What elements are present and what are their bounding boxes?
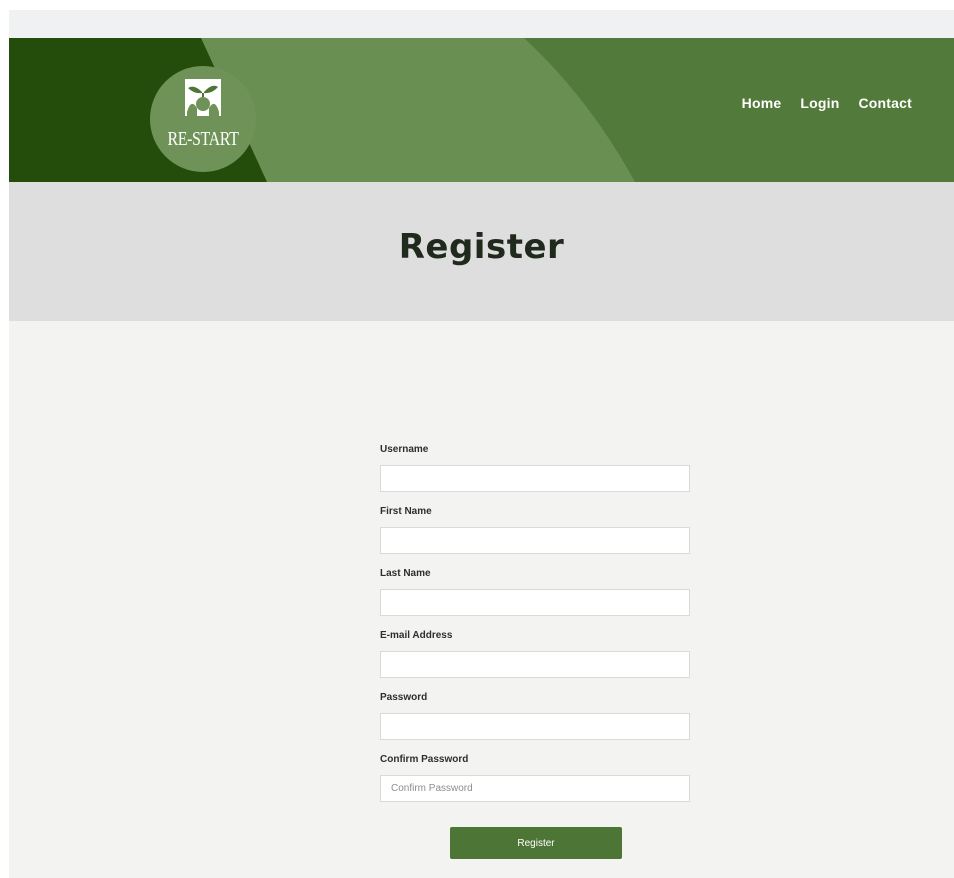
email-label: E-mail Address bbox=[380, 630, 453, 641]
page-title: Register bbox=[398, 227, 565, 267]
confirm-password-field-group: Confirm Password bbox=[380, 754, 690, 816]
page-banner: Register bbox=[9, 182, 954, 321]
password-label: Password bbox=[380, 692, 428, 703]
main-content: Username First Name Last Name E-mail Add… bbox=[9, 321, 954, 878]
nav-login-link[interactable]: Login bbox=[800, 95, 839, 111]
username-label: Username bbox=[380, 444, 429, 455]
logo-text: RE-START bbox=[167, 128, 239, 150]
password-input[interactable] bbox=[380, 713, 690, 740]
site-header: RE-START Home Login Contact bbox=[9, 38, 954, 182]
username-input[interactable] bbox=[380, 465, 690, 492]
email-field-group: E-mail Address bbox=[380, 630, 690, 692]
first-name-input[interactable] bbox=[380, 527, 690, 554]
nav-home-link[interactable]: Home bbox=[742, 95, 782, 111]
top-strip bbox=[9, 10, 954, 38]
confirm-password-label: Confirm Password bbox=[380, 754, 469, 765]
main-nav: Home Login Contact bbox=[742, 95, 912, 111]
confirm-password-input[interactable] bbox=[380, 775, 690, 802]
first-name-label: First Name bbox=[380, 506, 432, 517]
register-form: Username First Name Last Name E-mail Add… bbox=[380, 444, 690, 859]
nav-contact-link[interactable]: Contact bbox=[858, 95, 912, 111]
username-field-group: Username bbox=[380, 444, 690, 506]
password-field-group: Password bbox=[380, 692, 690, 754]
first-name-field-group: First Name bbox=[380, 506, 690, 568]
plant-globe-icon bbox=[185, 79, 221, 116]
register-button[interactable]: Register bbox=[450, 827, 622, 859]
last-name-label: Last Name bbox=[380, 568, 431, 579]
email-input[interactable] bbox=[380, 651, 690, 678]
last-name-field-group: Last Name bbox=[380, 568, 690, 630]
site-logo[interactable]: RE-START bbox=[150, 66, 256, 172]
last-name-input[interactable] bbox=[380, 589, 690, 616]
